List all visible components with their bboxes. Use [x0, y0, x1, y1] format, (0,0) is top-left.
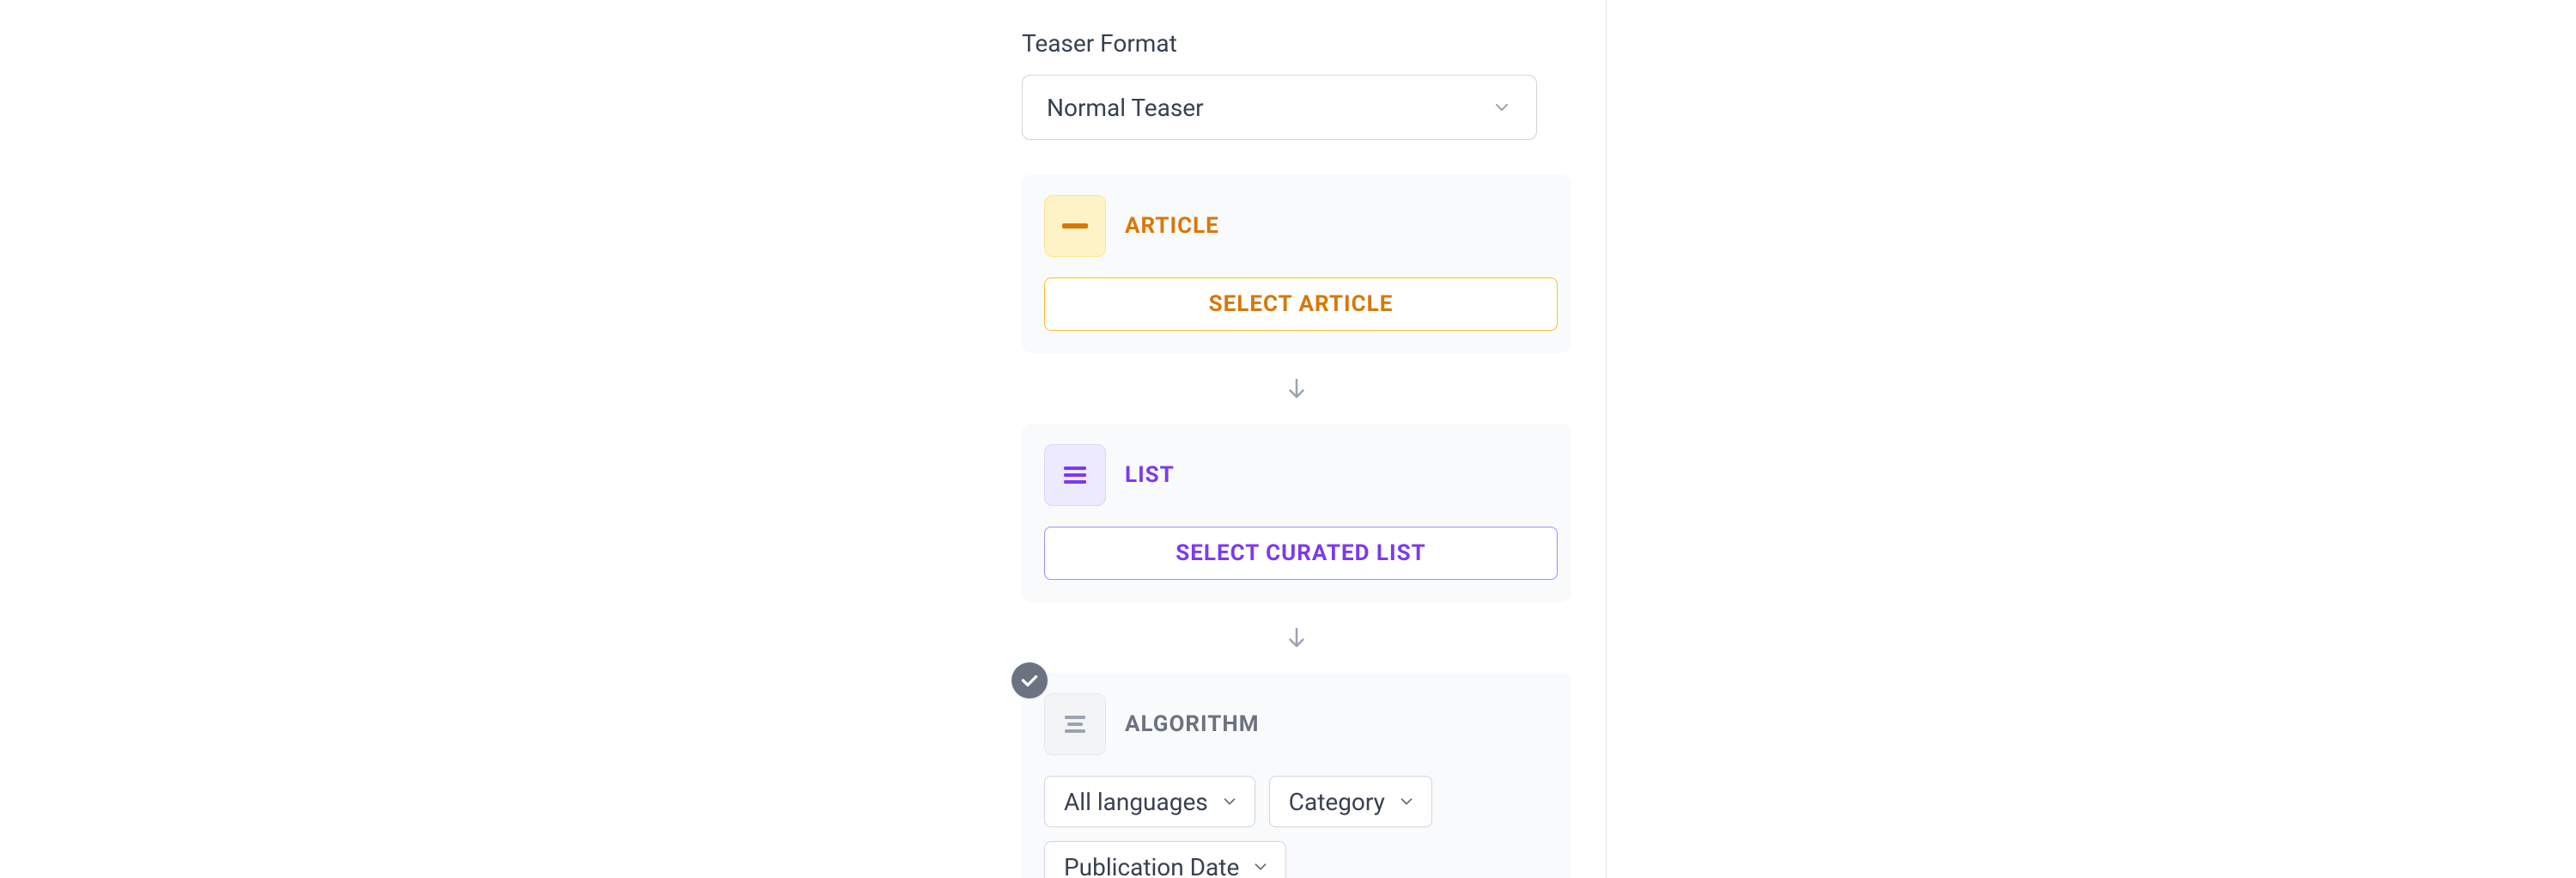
- algorithm-card: ALGORITHM All languages Category Publica…: [1022, 673, 1571, 878]
- article-title: ARTICLE: [1125, 213, 1219, 239]
- teaser-format-select[interactable]: Normal Teaser: [1022, 75, 1537, 140]
- article-icon: [1044, 195, 1106, 257]
- teaser-format-label: Teaser Format: [1022, 29, 1571, 58]
- article-card: ARTICLE SELECT ARTICLE: [1022, 174, 1571, 353]
- language-filter[interactable]: All languages: [1044, 776, 1255, 827]
- chevron-down-icon: [1492, 97, 1512, 118]
- category-filter-label: Category: [1289, 788, 1385, 816]
- chevron-down-icon: [1397, 792, 1416, 811]
- language-filter-label: All languages: [1064, 788, 1208, 816]
- list-title: LIST: [1125, 462, 1175, 488]
- chevron-down-icon: [1251, 857, 1270, 876]
- select-article-button[interactable]: SELECT ARTICLE: [1044, 277, 1558, 331]
- category-filter[interactable]: Category: [1269, 776, 1432, 827]
- select-curated-list-button[interactable]: SELECT CURATED LIST: [1044, 527, 1558, 580]
- check-icon: [1012, 662, 1048, 698]
- publication-date-filter[interactable]: Publication Date: [1044, 841, 1286, 878]
- right-divider: [1606, 0, 1607, 878]
- algorithm-icon: [1044, 693, 1106, 755]
- arrow-down-icon: [1022, 375, 1571, 401]
- chevron-down-icon: [1220, 792, 1239, 811]
- teaser-format-value: Normal Teaser: [1047, 94, 1204, 122]
- arrow-down-icon: [1022, 625, 1571, 650]
- list-card: LIST SELECT CURATED LIST: [1022, 424, 1571, 602]
- algorithm-title: ALGORITHM: [1125, 711, 1260, 737]
- publication-date-filter-label: Publication Date: [1064, 853, 1239, 878]
- list-icon: [1044, 444, 1106, 506]
